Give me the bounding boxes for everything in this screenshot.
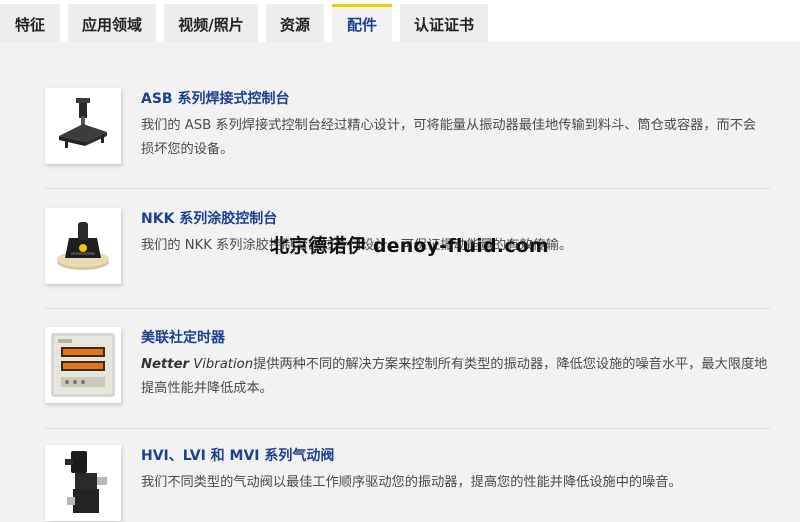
accessory-item: ASB 系列焊接式控制台 我们的 ASB 系列焊接式控制台经过精心设计，可将能量… [45, 88, 770, 208]
welded-console-image[interactable] [45, 88, 121, 164]
item-title[interactable]: NKK 系列涂胶控制台 [141, 208, 277, 228]
item-title[interactable]: ASB 系列焊接式控制台 [141, 88, 289, 108]
item-description: 我们不同类型的气动阀以最佳工作顺序驱动您的振动器，提高您的性能并降低设施中的噪音… [141, 475, 682, 490]
timer-controller-image[interactable] [45, 327, 121, 403]
item-title[interactable]: 美联社定时器 [141, 327, 225, 347]
item-description: 我们的 ASB 系列焊接式控制台经过精心设计，可将能量从振动器最佳地传输到料斗、… [141, 118, 757, 157]
tab-resources[interactable]: 资源 [266, 4, 324, 42]
item-title[interactable]: HVI、LVI 和 MVI 系列气动阀 [141, 445, 334, 465]
tab-applications[interactable]: 应用领域 [68, 4, 156, 42]
accessories-panel: ASB 系列焊接式控制台 我们的 ASB 系列焊接式控制台经过精心设计，可将能量… [0, 42, 800, 522]
item-description: Netter Vibration提供两种不同的解决方案来控制所有类型的振动器，降… [141, 353, 769, 401]
divider [45, 308, 770, 309]
accessory-item: 美联社定时器 Netter Vibration提供两种不同的解决方案来控制所有类… [45, 327, 770, 427]
divider [45, 188, 770, 189]
brand-name: Netter [141, 357, 190, 372]
tab-accessories[interactable]: 配件 [332, 4, 392, 42]
divider [45, 428, 770, 429]
glued-console-image[interactable] [45, 208, 121, 284]
pneumatic-valve-image[interactable] [45, 445, 121, 521]
tab-bar: 特征 应用领域 视频/照片 资源 配件 认证证书 [0, 0, 800, 42]
tab-features[interactable]: 特征 [0, 4, 60, 42]
brand-name-suffix: Vibration [189, 357, 254, 372]
watermark-overlay: 北京德诺伊 denoy-fluid.com [270, 235, 549, 257]
accessory-item: HVI、LVI 和 MVI 系列气动阀 我们不同类型的气动阀以最佳工作顺序驱动您… [45, 445, 770, 522]
tab-certificates[interactable]: 认证证书 [400, 4, 488, 42]
tab-video-photos[interactable]: 视频/照片 [164, 4, 258, 42]
